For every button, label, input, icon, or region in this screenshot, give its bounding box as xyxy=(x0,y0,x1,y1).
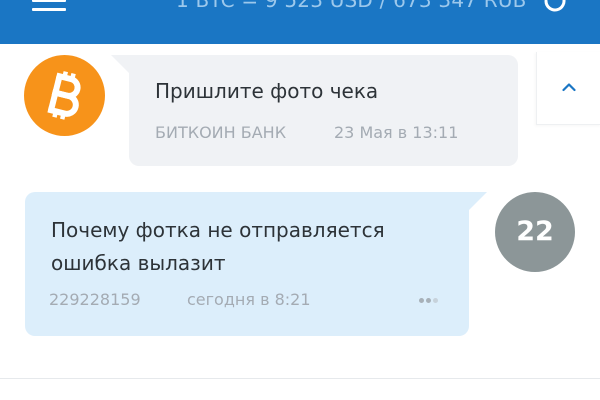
outgoing-message-text: Почему фотка не отправляется ошибка выла… xyxy=(51,218,385,275)
user-avatar: 22 xyxy=(495,192,575,272)
hamburger-menu-icon[interactable] xyxy=(32,0,66,12)
outgoing-message-time: сегодня в 8:21 xyxy=(187,290,311,309)
top-bar: 1 BTC = 9 523 USD / 673 347 RUB xyxy=(0,0,600,44)
delivery-status-dots-icon xyxy=(419,298,445,304)
outgoing-message-bubble: Почему фотка не отправляется ошибка выла… xyxy=(25,192,487,336)
chevron-up-icon xyxy=(562,83,576,92)
bottom-divider xyxy=(0,378,600,379)
incoming-message-time: 23 Мая в 13:11 xyxy=(334,123,459,142)
incoming-sender-name: БИТКОИН БАНК xyxy=(155,123,287,142)
incoming-message-bubble: Пришлите фото чека БИТКОИН БАНК 23 Мая в… xyxy=(111,55,518,166)
incoming-message-text: Пришлите фото чека xyxy=(155,79,379,103)
user-avatar-label: 22 xyxy=(516,216,554,247)
exchange-rate-text: 1 BTC = 9 523 USD / 673 347 RUB xyxy=(176,0,527,12)
bitcoin-avatar xyxy=(24,55,105,136)
bitcoin-logo xyxy=(47,71,81,120)
outgoing-sender-id: 229228159 xyxy=(49,290,141,309)
scroll-up-button[interactable] xyxy=(536,52,600,125)
refresh-icon[interactable] xyxy=(540,0,570,16)
